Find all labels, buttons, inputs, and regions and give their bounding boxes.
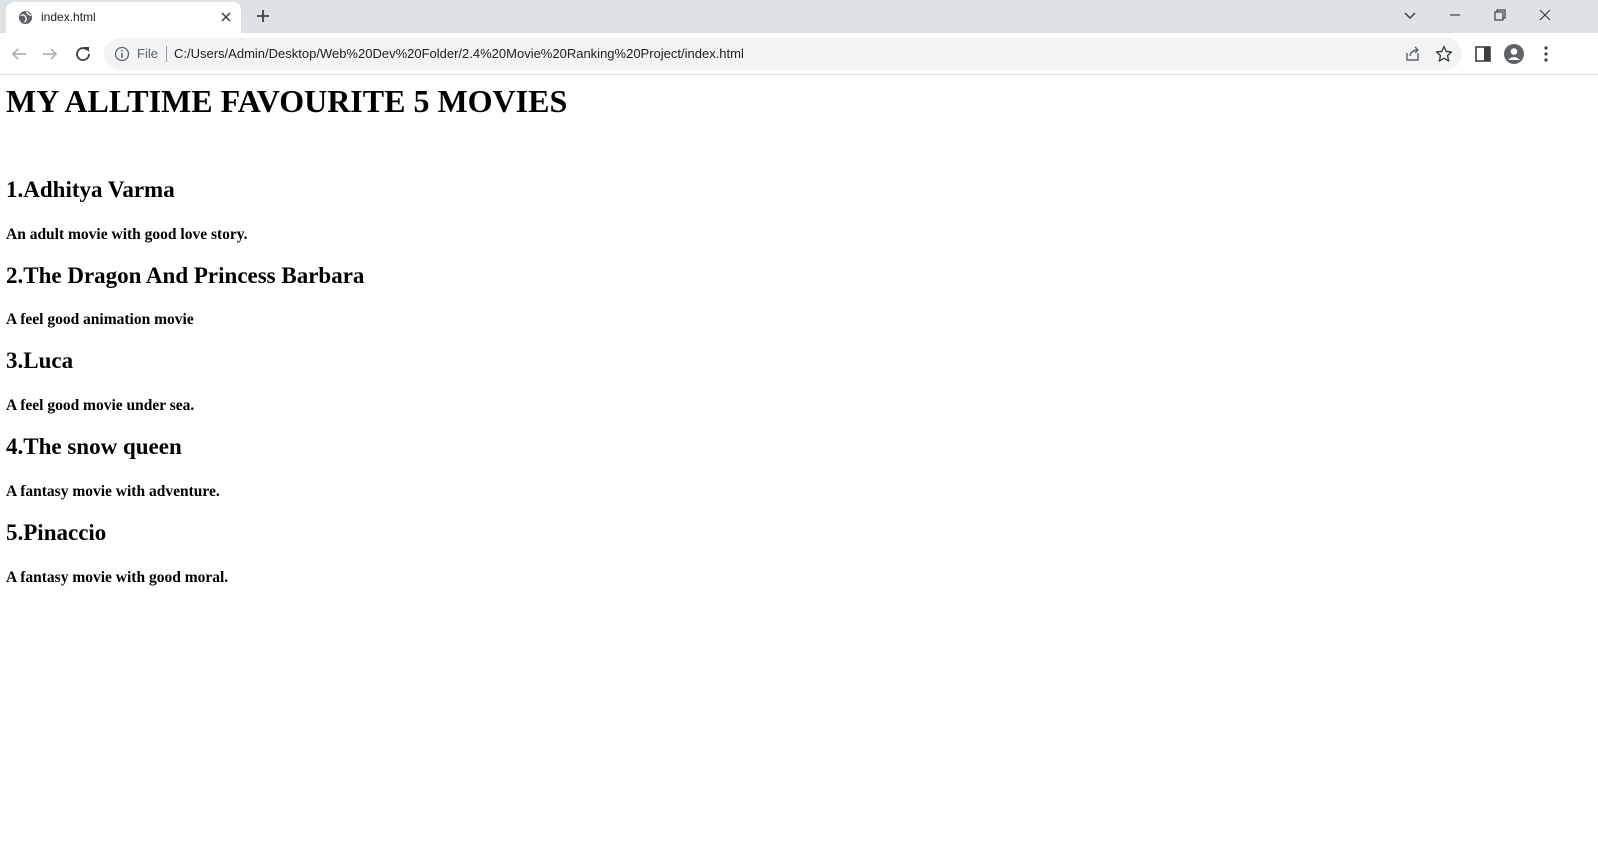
- window-close-button[interactable]: [1523, 0, 1567, 30]
- tab-title: index.html: [41, 10, 96, 24]
- movie-description: A fantasy movie with good moral.: [6, 569, 229, 586]
- profile-avatar-icon[interactable]: [1503, 43, 1525, 65]
- restore-button[interactable]: [1478, 0, 1522, 30]
- movie-title: 3.Luca: [6, 348, 74, 373]
- bookmark-star-icon[interactable]: [1434, 44, 1454, 64]
- more-menu-icon[interactable]: [1535, 43, 1557, 65]
- forward-arrow-icon[interactable]: [38, 42, 62, 66]
- movie-title: 4.The snow queen: [6, 434, 182, 459]
- minimize-button[interactable]: [1433, 0, 1477, 30]
- restore-icon: [1494, 9, 1506, 21]
- browser-tab[interactable]: index.html: [6, 2, 241, 33]
- chevron-down-icon: [1404, 12, 1416, 20]
- url-text[interactable]: C:/Users/Admin/Desktop/Web%20Dev%20Folde…: [174, 46, 744, 61]
- plus-icon[interactable]: [253, 6, 273, 26]
- close-icon: [1539, 9, 1551, 21]
- movie-description: An adult movie with good love story.: [6, 226, 248, 243]
- scheme-label: File: [137, 46, 158, 61]
- address-bar[interactable]: File C:/Users/Admin/Desktop/Web%20Dev%20…: [104, 38, 1462, 70]
- back-arrow-icon[interactable]: [7, 42, 31, 66]
- page-heading: MY ALLTIME FAVOURITE 5 MOVIES: [6, 83, 568, 119]
- tab-search-button[interactable]: [1388, 0, 1432, 30]
- omnibox-divider: [166, 46, 167, 62]
- movie-title: 1.Adhitya Varma: [6, 177, 175, 202]
- movie-description: A feel good animation movie: [6, 311, 194, 328]
- share-icon[interactable]: [1403, 44, 1423, 64]
- movie-title: 5.Pinaccio: [6, 520, 107, 545]
- tab-strip: index.html: [0, 0, 1598, 33]
- minimize-icon: [1450, 14, 1460, 16]
- page-content: MY ALLTIME FAVOURITE 5 MOVIES 1.Adhitya …: [0, 76, 1598, 859]
- movie-description: A feel good movie under sea.: [6, 397, 195, 414]
- close-icon[interactable]: [218, 9, 234, 25]
- movie-title: 2.The Dragon And Princess Barbara: [6, 263, 365, 288]
- reload-icon[interactable]: [71, 42, 95, 66]
- browser-toolbar: File C:/Users/Admin/Desktop/Web%20Dev%20…: [0, 33, 1598, 75]
- info-icon[interactable]: [114, 46, 130, 62]
- globe-icon: [18, 10, 33, 25]
- movie-description: A fantasy movie with adventure.: [6, 483, 220, 500]
- side-panel-icon[interactable]: [1472, 43, 1494, 65]
